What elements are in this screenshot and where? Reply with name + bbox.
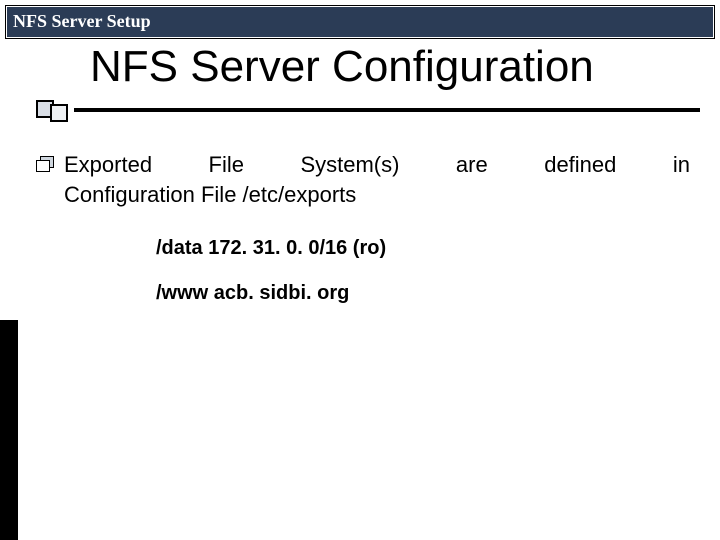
slide-body: Exported File System(s) are defined in C… — [36, 150, 690, 305]
bullet-item: Exported File System(s) are defined in C… — [36, 150, 690, 209]
example-line-2: /www acb. sidbi. org — [156, 282, 690, 305]
bullet-line1: Exported File System(s) are defined in — [64, 152, 690, 177]
bullet-icon — [36, 156, 54, 170]
title-rule — [74, 108, 700, 112]
title-decor-icon — [36, 100, 70, 118]
bullet-text: Exported File System(s) are defined in C… — [64, 150, 690, 209]
slide-title: NFS Server Configuration — [90, 42, 700, 92]
slide: NFS Server Setup NFS Server Configuratio… — [0, 0, 720, 540]
left-strip-decor — [0, 320, 18, 540]
header-bar: NFS Server Setup — [6, 6, 714, 38]
bullet-line2: Configuration File /etc/exports — [64, 180, 690, 210]
example-line-1: /data 172. 31. 0. 0/16 (ro) — [156, 237, 690, 260]
header-title: NFS Server Setup — [13, 11, 151, 31]
